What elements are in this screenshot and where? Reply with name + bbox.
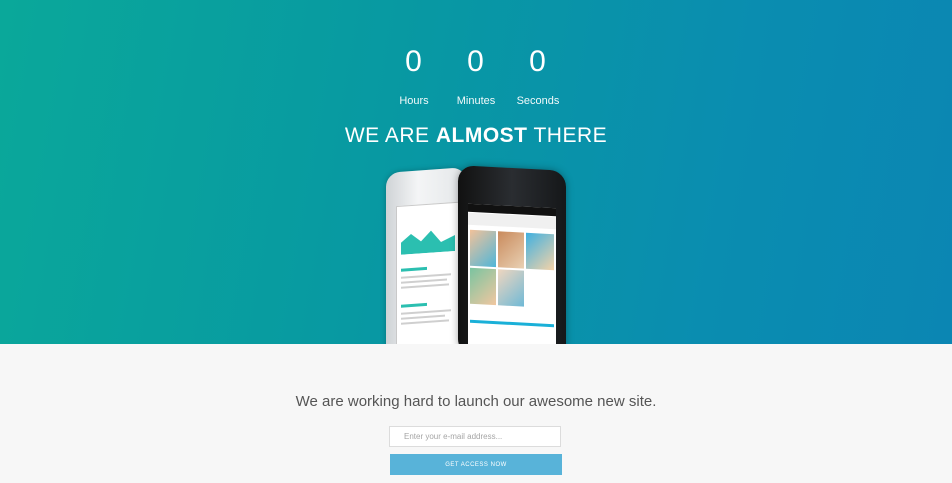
page-headline: WE ARE ALMOST THERE bbox=[0, 124, 952, 148]
phones-mockup-image bbox=[380, 165, 580, 344]
area-chart-graphic bbox=[401, 230, 455, 255]
tagline-text: We are working hard to launch our awesom… bbox=[295, 393, 657, 410]
black-phone-screen bbox=[468, 203, 556, 344]
email-input[interactable] bbox=[389, 426, 561, 447]
photo-thumbnail bbox=[498, 231, 524, 269]
countdown-timer: 0 Hours 0 Minutes 0 Seconds bbox=[0, 44, 952, 107]
signup-section: We are working hard to launch our awesom… bbox=[0, 344, 952, 483]
countdown-seconds: 0 Seconds bbox=[507, 44, 569, 107]
countdown-seconds-value: 0 bbox=[529, 45, 547, 78]
photo-thumbnail bbox=[470, 267, 496, 306]
headline-bold: ALMOST bbox=[435, 124, 528, 147]
headline-suffix: THERE bbox=[527, 124, 608, 147]
black-phone bbox=[458, 165, 566, 344]
countdown-minutes-label: Minutes bbox=[456, 95, 496, 107]
photo-thumbnail bbox=[498, 269, 524, 307]
countdown-hours-value: 0 bbox=[405, 45, 423, 78]
rating-list-graphic bbox=[401, 266, 451, 325]
countdown-minutes-value: 0 bbox=[467, 45, 485, 78]
white-phone-screen bbox=[396, 201, 460, 344]
photo-thumbnail bbox=[470, 319, 554, 328]
headline-prefix: WE ARE bbox=[344, 124, 436, 147]
photo-thumbnail bbox=[470, 229, 496, 268]
countdown-minutes: 0 Minutes bbox=[445, 44, 507, 107]
photo-thumbnail bbox=[526, 232, 554, 271]
countdown-hours-label: Hours bbox=[399, 95, 429, 107]
countdown-hours: 0 Hours bbox=[383, 44, 445, 107]
countdown-seconds-label: Seconds bbox=[516, 95, 560, 107]
get-access-button[interactable]: GET ACCESS NOW bbox=[390, 454, 562, 475]
hero-section: 0 Hours 0 Minutes 0 Seconds WE ARE ALMOS… bbox=[0, 0, 952, 344]
white-phone bbox=[386, 167, 466, 344]
